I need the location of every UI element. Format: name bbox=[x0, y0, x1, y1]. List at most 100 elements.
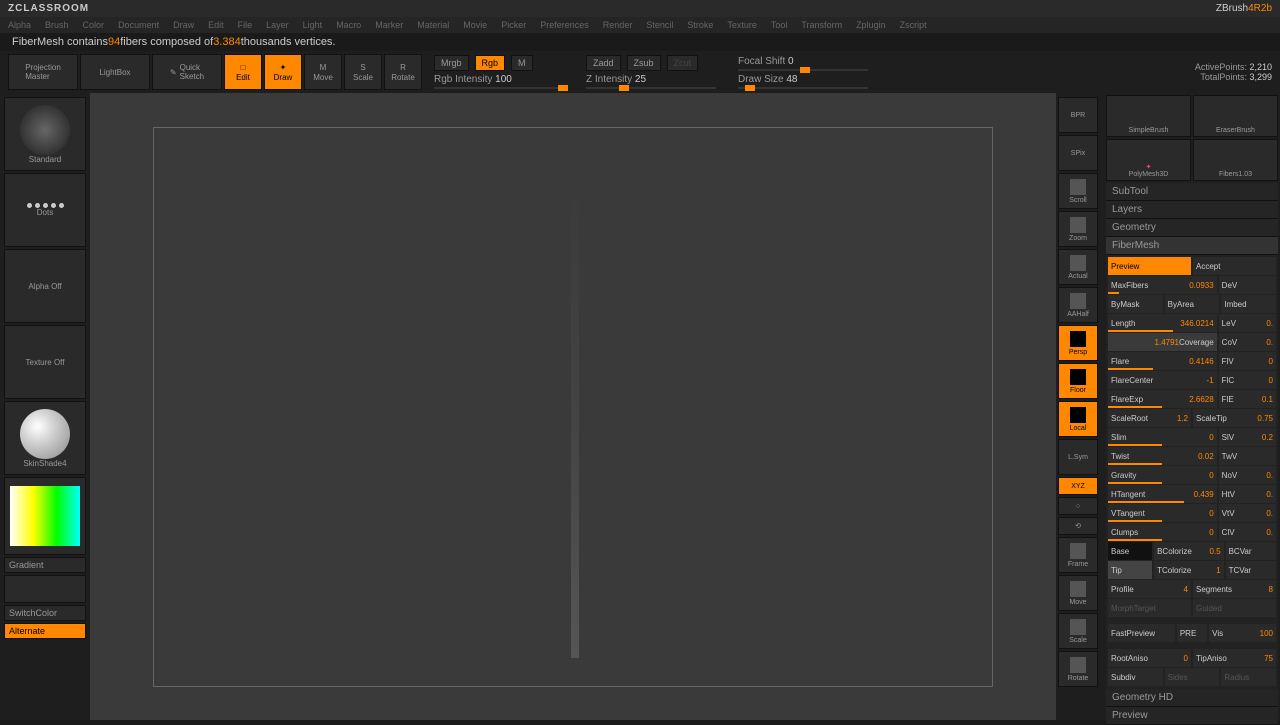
fm-cov[interactable]: CoV 0. bbox=[1219, 333, 1276, 351]
move-button[interactable]: MMove bbox=[304, 54, 342, 90]
fm-tcvar[interactable]: TCVar bbox=[1226, 561, 1276, 579]
focal-shift-slider[interactable]: Focal Shift 0 bbox=[738, 56, 868, 71]
section-preview[interactable]: Preview bbox=[1106, 707, 1278, 725]
menu-tool[interactable]: Tool bbox=[771, 20, 788, 30]
bpr-button[interactable]: BPR bbox=[1058, 97, 1098, 133]
rotate-icon-button[interactable]: ⟲ bbox=[1058, 517, 1098, 535]
fm-vis[interactable]: Vis 100 bbox=[1209, 624, 1276, 642]
fm-byarea[interactable]: ByArea bbox=[1165, 295, 1220, 313]
fm-flareexp[interactable]: FlareExp 2.6628 bbox=[1108, 390, 1217, 408]
fm-flarecenter[interactable]: FlareCenter -1 bbox=[1108, 371, 1217, 389]
fm-fastpreview[interactable]: FastPreview bbox=[1108, 624, 1175, 642]
fm-htangent[interactable]: HTangent 0.439 bbox=[1108, 485, 1217, 503]
quicksketch-button[interactable]: ✎Quick Sketch bbox=[152, 54, 222, 90]
spix-button[interactable]: SPix bbox=[1058, 135, 1098, 171]
menu-draw[interactable]: Draw bbox=[173, 20, 194, 30]
scale-button[interactable]: SScale bbox=[344, 54, 382, 90]
fm-pre[interactable]: PRE bbox=[1177, 624, 1207, 642]
local-button[interactable]: Local bbox=[1058, 401, 1098, 437]
fm-flc[interactable]: FlC 0 bbox=[1219, 371, 1276, 389]
fm-clumps[interactable]: Clumps 0 bbox=[1108, 523, 1217, 541]
projection-master-button[interactable]: Projection Master bbox=[8, 54, 78, 90]
fm-vtangent[interactable]: VTangent 0 bbox=[1108, 504, 1217, 522]
zsub-toggle[interactable]: Zsub bbox=[627, 55, 661, 71]
rotate-nav-button[interactable]: Rotate bbox=[1058, 651, 1098, 687]
menu-document[interactable]: Document bbox=[118, 20, 159, 30]
section-layers[interactable]: Layers bbox=[1106, 201, 1278, 219]
menu-picker[interactable]: Picker bbox=[501, 20, 526, 30]
lsym-button[interactable]: L.Sym bbox=[1058, 439, 1098, 475]
frame-button[interactable]: Frame bbox=[1058, 537, 1098, 573]
draw-button[interactable]: ✦Draw bbox=[264, 54, 302, 90]
edit-button[interactable]: □Edit bbox=[224, 54, 262, 90]
fm-profile[interactable]: Profile 4 bbox=[1108, 580, 1191, 598]
menu-stencil[interactable]: Stencil bbox=[646, 20, 673, 30]
fm-twist[interactable]: Twist 0.02 bbox=[1108, 447, 1217, 465]
fm-flv[interactable]: FlV 0 bbox=[1219, 352, 1276, 370]
fm-scaletip[interactable]: ScaleTip 0.75 bbox=[1193, 409, 1276, 427]
zoom-button[interactable]: Zoom bbox=[1058, 211, 1098, 247]
fm-dev[interactable]: DeV bbox=[1219, 276, 1276, 294]
fm-subdiv[interactable]: Subdiv bbox=[1108, 668, 1163, 686]
fm-slim[interactable]: Slim 0 bbox=[1108, 428, 1217, 446]
section-fibermesh[interactable]: FiberMesh bbox=[1106, 237, 1278, 255]
fm-nov[interactable]: NoV 0. bbox=[1219, 466, 1276, 484]
fm-htv[interactable]: HtV 0. bbox=[1219, 485, 1276, 503]
tool-fibers[interactable]: Fibers1.03 bbox=[1193, 139, 1278, 181]
menu-stroke[interactable]: Stroke bbox=[687, 20, 713, 30]
menu-material[interactable]: Material bbox=[417, 20, 449, 30]
mrgb-toggle[interactable]: Mrgb bbox=[434, 55, 469, 71]
menu-alpha[interactable]: Alpha bbox=[8, 20, 31, 30]
fm-segments[interactable]: Segments 8 bbox=[1193, 580, 1276, 598]
menu-color[interactable]: Color bbox=[83, 20, 105, 30]
lightbox-button[interactable]: LightBox bbox=[80, 54, 150, 90]
menu-edit[interactable]: Edit bbox=[208, 20, 224, 30]
floor-button[interactable]: Floor bbox=[1058, 363, 1098, 399]
menu-render[interactable]: Render bbox=[603, 20, 633, 30]
menu-movie[interactable]: Movie bbox=[463, 20, 487, 30]
menu-transform[interactable]: Transform bbox=[801, 20, 842, 30]
persp-button[interactable]: Persp bbox=[1058, 325, 1098, 361]
menu-light[interactable]: Light bbox=[303, 20, 323, 30]
fm-tipaniso[interactable]: TipAniso 75 bbox=[1193, 649, 1276, 667]
fm-imbed[interactable]: Imbed bbox=[1221, 295, 1276, 313]
menu-layer[interactable]: Layer bbox=[266, 20, 289, 30]
zcut-toggle[interactable]: Zcut bbox=[667, 55, 699, 71]
fm-bymask[interactable]: ByMask bbox=[1108, 295, 1163, 313]
menu-brush[interactable]: Brush bbox=[45, 20, 69, 30]
switchcolor-button[interactable]: SwitchColor bbox=[4, 605, 86, 621]
rgb-toggle[interactable]: Rgb bbox=[475, 55, 506, 71]
menu-marker[interactable]: Marker bbox=[375, 20, 403, 30]
scale-nav-button[interactable]: Scale bbox=[1058, 613, 1098, 649]
m-toggle[interactable]: M bbox=[511, 55, 533, 71]
z-intensity-slider[interactable]: Z Intensity 25 bbox=[586, 74, 716, 89]
fm-lev[interactable]: LeV 0. bbox=[1219, 314, 1276, 332]
fm-base[interactable]: Base bbox=[1108, 542, 1152, 560]
fm-scaleroot[interactable]: ScaleRoot 1.2 bbox=[1108, 409, 1191, 427]
alpha-selector[interactable]: Alpha Off bbox=[4, 249, 86, 323]
stroke-selector[interactable]: Dots bbox=[4, 173, 86, 247]
material-selector[interactable]: SkinShade4 bbox=[4, 401, 86, 475]
tool-eraserbrush[interactable]: EraserBrush bbox=[1193, 95, 1278, 137]
xyz-button[interactable]: XYZ bbox=[1058, 477, 1098, 495]
fm-bcolorize[interactable]: BColorize 0.5 bbox=[1154, 542, 1223, 560]
section-geometry[interactable]: Geometry bbox=[1106, 219, 1278, 237]
rotate-button[interactable]: RRotate bbox=[384, 54, 422, 90]
fm-tip[interactable]: Tip bbox=[1108, 561, 1152, 579]
fm-length[interactable]: Length 346.0214 bbox=[1108, 314, 1217, 332]
rgb-intensity-slider[interactable]: Rgb Intensity 100 bbox=[434, 74, 564, 89]
texture-selector[interactable]: Texture Off bbox=[4, 325, 86, 399]
actual-button[interactable]: Actual bbox=[1058, 249, 1098, 285]
fm-fle[interactable]: FlE 0.1 bbox=[1219, 390, 1276, 408]
menu-texture[interactable]: Texture bbox=[727, 20, 757, 30]
fm-slv[interactable]: SlV 0.2 bbox=[1219, 428, 1276, 446]
menu-macro[interactable]: Macro bbox=[336, 20, 361, 30]
zadd-toggle[interactable]: Zadd bbox=[586, 55, 621, 71]
fm-preview-button[interactable]: Preview bbox=[1108, 257, 1191, 275]
section-geohd[interactable]: Geometry HD bbox=[1106, 689, 1278, 707]
tool-simplebrush[interactable]: SimpleBrush bbox=[1106, 95, 1191, 137]
fm-clv[interactable]: ClV 0. bbox=[1219, 523, 1276, 541]
aahalf-button[interactable]: AAHalf bbox=[1058, 287, 1098, 323]
fm-flare[interactable]: Flare 0.4146 bbox=[1108, 352, 1217, 370]
fm-twv[interactable]: TwV bbox=[1219, 447, 1276, 465]
